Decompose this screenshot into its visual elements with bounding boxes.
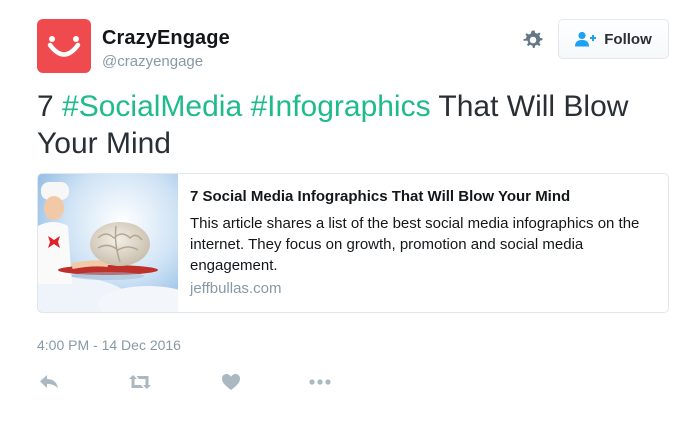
tweet-text: 7 #SocialMedia #Infographics That Will B… <box>37 88 667 162</box>
display-name[interactable]: CrazyEngage <box>102 27 230 50</box>
link-card[interactable]: 7 Social Media Infographics That Will Bl… <box>37 173 669 313</box>
card-domain: jeffbullas.com <box>190 280 282 297</box>
reply-icon[interactable] <box>37 370 61 394</box>
more-icon[interactable] <box>308 370 332 394</box>
card-description: This article shares a list of the best s… <box>190 215 640 274</box>
hashtag-link-infographics[interactable]: #Infographics <box>250 90 430 123</box>
add-user-icon <box>575 31 597 47</box>
card-title: 7 Social Media Infographics That Will Bl… <box>190 188 571 205</box>
tweet: CrazyEngage @crazyengage Follow 7 #Socia… <box>0 0 700 422</box>
tweet-text-prefix: 7 <box>37 90 63 123</box>
like-icon[interactable] <box>219 370 243 394</box>
retweet-icon[interactable] <box>128 370 152 394</box>
avatar[interactable] <box>37 19 91 73</box>
tweet-timestamp[interactable]: 4:00 PM - 14 Dec 2016 <box>37 337 181 353</box>
card-body: 7 Social Media Infographics That Will Bl… <box>190 188 660 297</box>
card-thumbnail <box>38 174 178 312</box>
follow-label: Follow <box>604 30 652 48</box>
user-handle[interactable]: @crazyengage <box>102 53 203 70</box>
smile-logo-icon <box>47 36 81 57</box>
hashtag-link-socialmedia[interactable]: #SocialMedia <box>62 90 242 123</box>
follow-button[interactable]: Follow <box>558 19 669 59</box>
gear-icon[interactable] <box>521 28 545 52</box>
